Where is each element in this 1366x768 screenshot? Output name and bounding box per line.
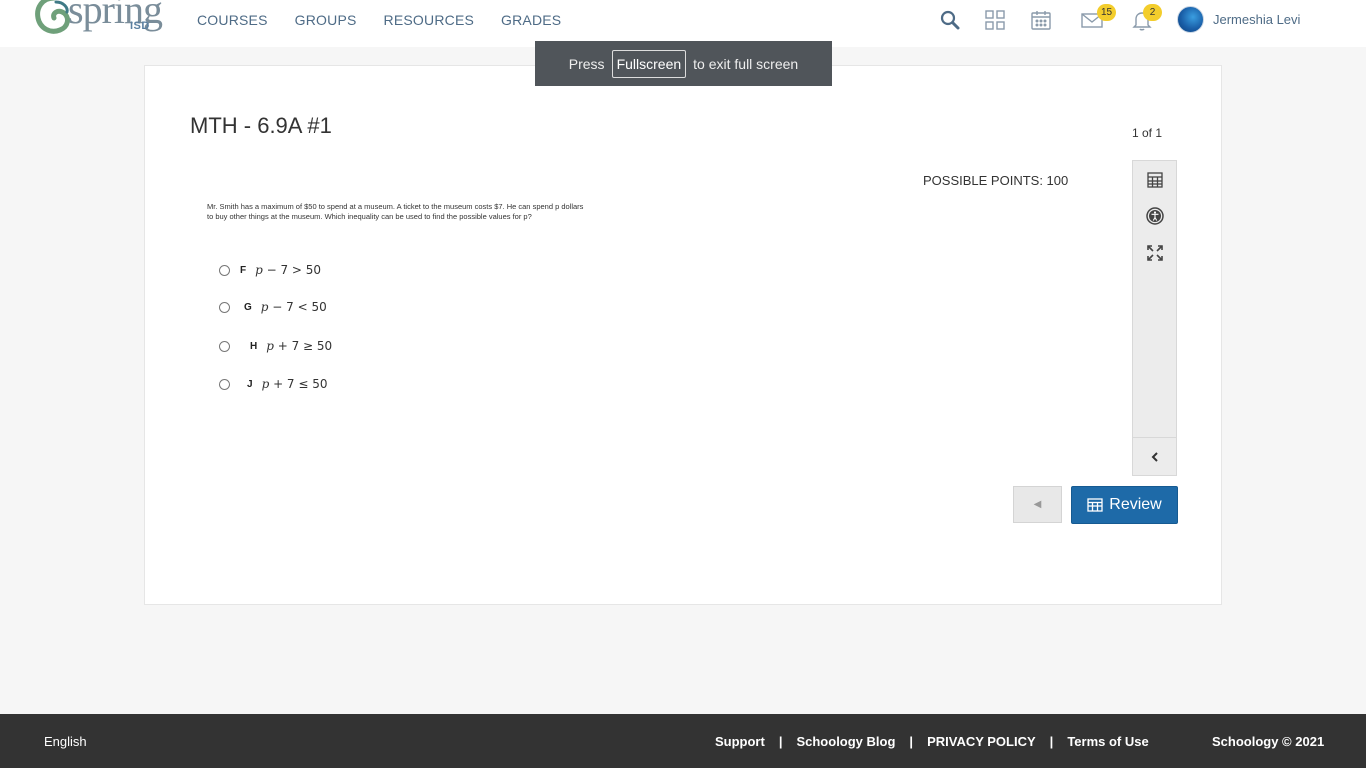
choice-letter: J [247, 378, 253, 390]
radio-button[interactable] [219, 301, 230, 313]
calculator-icon[interactable] [1146, 171, 1164, 189]
answer-choice-h[interactable]: H p + 7 ≥ 50 [219, 339, 332, 353]
notifications-count-badge: 2 [1143, 4, 1162, 21]
footer-separator: | [909, 734, 914, 749]
footer: English Support | Schoology Blog | PRIVA… [0, 714, 1366, 768]
accessibility-icon[interactable] [1146, 207, 1164, 225]
toast-key: Fullscreen [611, 49, 687, 78]
search-icon[interactable] [938, 8, 962, 32]
footer-link-privacy[interactable]: PRIVACY POLICY [927, 734, 1036, 749]
grid-table-icon [1087, 498, 1103, 512]
expand-icon[interactable] [1146, 244, 1164, 262]
triangle-left-icon: ◀ [1033, 499, 1042, 510]
choice-expression: p − 7 > 50 [255, 263, 322, 277]
fullscreen-toast: Press Fullscreen to exit full screen [535, 41, 832, 86]
review-label: Review [1109, 496, 1162, 513]
footer-separator: | [778, 734, 783, 749]
top-navigation-bar: spring ISD COURSES GROUPS RESOURCES GRAD… [0, 0, 1366, 47]
collapse-rail-button[interactable] [1133, 437, 1176, 475]
choice-expression: p + 7 ≥ 50 [266, 339, 333, 353]
footer-links: Support | Schoology Blog | PRIVACY POLIC… [715, 734, 1149, 749]
calendar-icon[interactable] [1029, 8, 1053, 32]
possible-points: POSSIBLE POINTS: 100 [923, 173, 1069, 188]
footer-link-support[interactable]: Support [715, 734, 765, 749]
choice-letter: G [244, 301, 252, 313]
assessment-card: MTH - 6.9A #1 1 of 1 POSSIBLE POINTS: 10… [144, 65, 1222, 605]
logo-subtext: ISD [130, 20, 150, 32]
radio-button[interactable] [219, 340, 230, 352]
choice-letter: F [240, 264, 247, 276]
tool-rail [1132, 160, 1177, 476]
avatar[interactable] [1177, 6, 1204, 33]
answer-choice-j[interactable]: J p + 7 ≤ 50 [219, 377, 328, 391]
mail-count-badge: 15 [1097, 4, 1116, 21]
toast-prefix: Press [568, 55, 605, 72]
user-name[interactable]: Jermeshia Levi [1213, 12, 1300, 27]
answer-choice-g[interactable]: G p − 7 < 50 [219, 300, 327, 314]
mail-icon[interactable]: 15 [1080, 4, 1116, 32]
choice-letter: H [250, 340, 258, 352]
spring-isd-logo[interactable]: spring ISD [34, 0, 174, 40]
review-button[interactable]: Review [1071, 486, 1178, 524]
bell-icon[interactable]: 2 [1130, 4, 1162, 32]
footer-link-terms[interactable]: Terms of Use [1067, 734, 1148, 749]
question-counter: 1 of 1 [1132, 126, 1163, 140]
copyright: Schoology © 2021 [1212, 734, 1325, 749]
radio-button[interactable] [219, 264, 230, 276]
choice-expression: p + 7 ≤ 50 [261, 377, 328, 391]
chevron-left-icon [1151, 451, 1158, 462]
language-selector[interactable]: English [44, 734, 87, 749]
nav-resources[interactable]: RESOURCES [384, 12, 474, 28]
main-nav: COURSES GROUPS RESOURCES GRADES [197, 0, 561, 40]
nav-courses[interactable]: COURSES [197, 12, 268, 28]
nav-grades[interactable]: GRADES [501, 12, 561, 28]
radio-button[interactable] [219, 378, 230, 390]
apps-grid-icon[interactable] [983, 8, 1007, 32]
answer-choice-f[interactable]: F p − 7 > 50 [219, 263, 321, 277]
page-title: MTH - 6.9A #1 [190, 113, 332, 138]
nav-groups[interactable]: GROUPS [295, 12, 357, 28]
footer-separator: | [1049, 734, 1054, 749]
previous-question-button[interactable]: ◀ [1013, 486, 1062, 523]
footer-link-blog[interactable]: Schoology Blog [796, 734, 895, 749]
question-text: Mr. Smith has a maximum of $50 to spend … [207, 202, 584, 221]
choice-expression: p − 7 < 50 [260, 300, 327, 314]
toast-suffix: to exit full screen [693, 55, 799, 72]
